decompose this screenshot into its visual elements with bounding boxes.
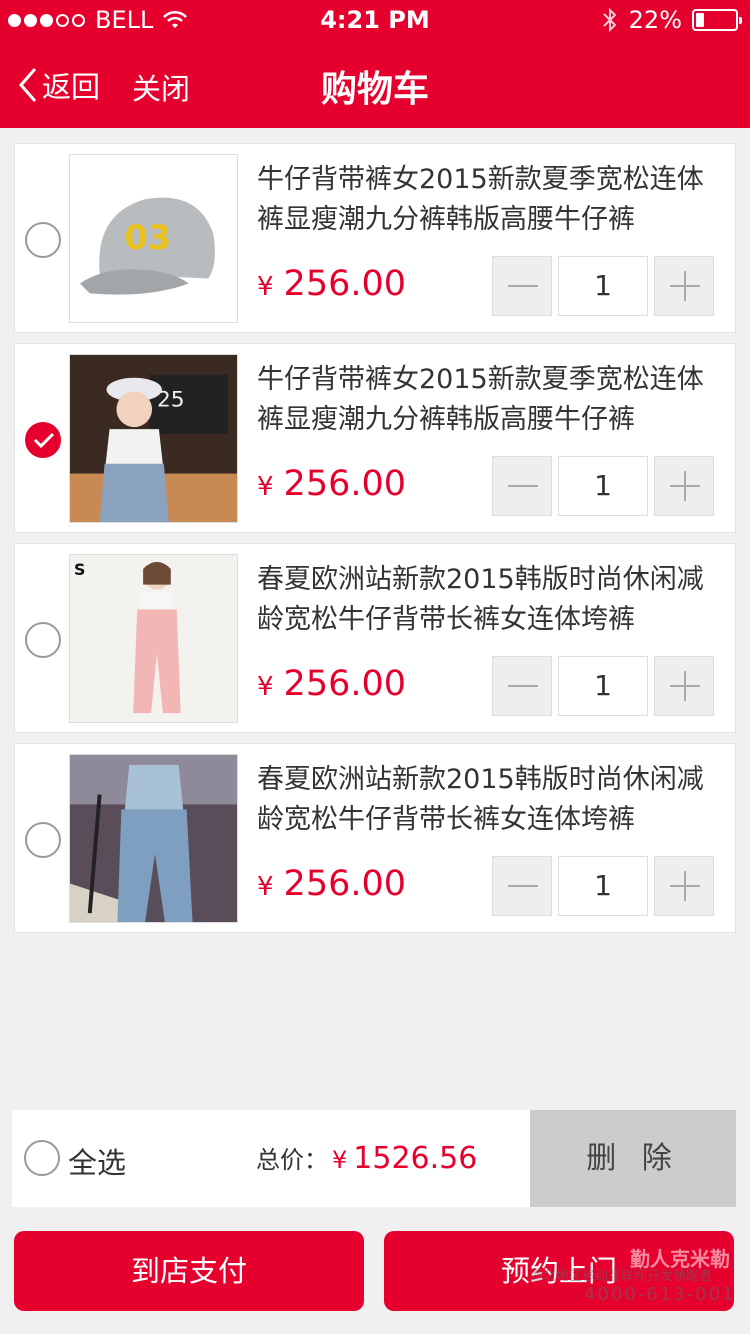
cart-summary-bar: 全选 总价： ¥1526.56 删 除 (12, 1110, 736, 1207)
select-all-radio[interactable] (24, 1140, 60, 1176)
increase-quantity-button[interactable] (654, 256, 714, 316)
increase-quantity-button[interactable] (654, 856, 714, 916)
checkmark-icon (33, 432, 55, 448)
product-name[interactable]: 牛仔背带裤女2015新款夏季宽松连体裤显瘦潮九分裤韩版高腰牛仔裤 (257, 160, 727, 240)
product-price: ¥256.00 (257, 264, 406, 304)
pink-overalls-photo: S (70, 555, 237, 722)
price-value: 256.00 (283, 864, 407, 904)
item-select-radio[interactable] (25, 222, 61, 258)
product-name[interactable]: 春夏欧洲站新款2015韩版时尚休闲减龄宽松牛仔背带长裤女连体垮裤 (257, 560, 727, 640)
product-name[interactable]: 春夏欧洲站新款2015韩版时尚休闲减龄宽松牛仔背带长裤女连体垮裤 (257, 760, 727, 840)
product-name[interactable]: 牛仔背带裤女2015新款夏季宽松连体裤显瘦潮九分裤韩版高腰牛仔裤 (257, 360, 727, 440)
svg-text:03: 03 (124, 218, 171, 257)
decrease-quantity-button[interactable] (492, 856, 552, 916)
currency-symbol: ¥ (257, 472, 274, 502)
price-value: 256.00 (283, 264, 407, 304)
product-thumbnail[interactable]: S (69, 554, 238, 723)
currency-symbol: ¥ (257, 672, 274, 702)
quantity-stepper: 1 (492, 256, 714, 316)
cart-item: S 春夏欧洲站新款2015韩版时尚休闲减龄宽松牛仔背带长裤女连体垮裤 ¥256.… (14, 543, 736, 733)
total-value: 1526.56 (353, 1141, 478, 1176)
product-thumbnail[interactable]: 03 (69, 154, 238, 323)
cart-item: 春夏欧洲站新款2015韩版时尚休闲减龄宽松牛仔背带长裤女连体垮裤 ¥256.00… (14, 743, 736, 933)
quantity-value[interactable]: 1 (558, 656, 648, 716)
svg-text:S: S (74, 560, 85, 579)
cart-item: 25 牛仔背带裤女2015新款夏季宽松连体裤显瘦潮九分裤韩版高腰牛仔裤 ¥256… (14, 343, 736, 533)
battery-fill (696, 13, 705, 27)
quantity-stepper: 1 (492, 856, 714, 916)
cart-item: 03 牛仔背带裤女2015新款夏季宽松连体裤显瘦潮九分裤韩版高腰牛仔裤 ¥256… (14, 143, 736, 333)
quantity-value[interactable]: 1 (558, 456, 648, 516)
decrease-quantity-button[interactable] (492, 656, 552, 716)
increase-quantity-button[interactable] (654, 656, 714, 716)
pay-in-store-button[interactable]: 到店支付 (14, 1231, 364, 1311)
status-right: 22% (601, 6, 742, 34)
total-label: 总价： (256, 1146, 328, 1174)
product-price: ¥256.00 (257, 864, 406, 904)
denim-overalls-street-photo (70, 755, 237, 922)
price-value: 256.00 (283, 464, 407, 504)
increase-quantity-button[interactable] (654, 456, 714, 516)
select-all-label[interactable]: 全选 (68, 1140, 126, 1182)
item-select-radio[interactable] (25, 622, 61, 658)
decrease-quantity-button[interactable] (492, 256, 552, 316)
currency-symbol: ¥ (257, 272, 274, 302)
product-price: ¥256.00 (257, 464, 406, 504)
total-amount: ¥1526.56 (332, 1141, 477, 1176)
quantity-value[interactable]: 1 (558, 256, 648, 316)
quantity-stepper: 1 (492, 656, 714, 716)
quantity-value[interactable]: 1 (558, 856, 648, 916)
price-value: 256.00 (283, 664, 407, 704)
decrease-quantity-button[interactable] (492, 456, 552, 516)
currency-symbol: ¥ (257, 872, 274, 902)
product-thumbnail[interactable]: 25 (69, 354, 238, 523)
app-header: BELL 4:21 PM 22% 返回 关闭 购物车 (0, 0, 750, 128)
status-bar: BELL 4:21 PM 22% (0, 0, 750, 40)
product-price: ¥256.00 (257, 664, 406, 704)
battery-icon (692, 9, 742, 31)
product-thumbnail[interactable] (69, 754, 238, 923)
quantity-stepper: 1 (492, 456, 714, 516)
baseball-cap-image: 03 (70, 155, 237, 322)
total-price: 总价： ¥1526.56 (256, 1140, 477, 1176)
page-title: 购物车 (320, 69, 429, 110)
bluetooth-icon (602, 7, 617, 33)
denim-overalls-photo: 25 (70, 355, 237, 522)
item-select-radio[interactable] (25, 422, 61, 458)
book-home-visit-button[interactable]: 预约上门 (384, 1231, 734, 1311)
battery-percent: 22% (628, 6, 682, 34)
delete-button[interactable]: 删 除 (530, 1110, 736, 1207)
currency-symbol: ¥ (332, 1146, 348, 1174)
navigation-bar: 返回 关闭 购物车 (0, 40, 750, 128)
item-select-radio[interactable] (25, 822, 61, 858)
